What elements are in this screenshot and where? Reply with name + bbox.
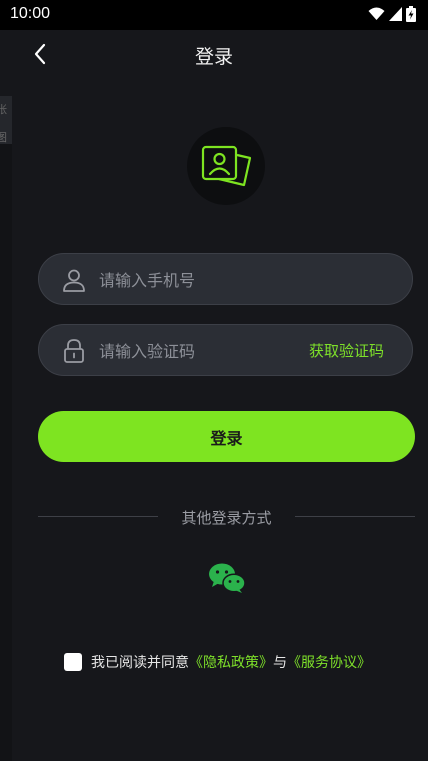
login-button[interactable]: 登录 [38,411,415,462]
lock-icon [64,339,84,363]
wifi-icon [368,7,385,20]
user-icon [63,269,85,292]
wechat-login-button[interactable] [208,562,246,594]
other-login-label: 其他登录方式 [181,509,272,527]
wechat-icon [209,563,246,593]
battery-icon [406,6,416,22]
page-title: 登录 [194,46,233,68]
status-time: 10:00 [10,5,51,22]
app-logo [187,127,265,205]
status-icons [368,6,416,22]
agreement-conjunction: 与 [273,655,287,671]
phone-field[interactable] [38,253,413,306]
code-field[interactable]: 获取验证码 [38,324,413,377]
profile-card-icon [201,145,252,187]
privacy-policy-link[interactable]: 《隐私政策》 [189,652,273,672]
divider-right [295,516,415,517]
code-input[interactable] [97,325,331,377]
signal-icon [389,7,402,21]
left-edge [0,144,12,761]
status-bar: 10:00 [0,0,428,30]
service-agreement-link[interactable]: 《服务协议》 [287,652,371,672]
nav-bar: 登录 [0,30,428,78]
agreement-row: 我已阅读并同意 《隐私政策》 与 《服务协议》 [64,652,371,672]
phone-input[interactable] [97,254,331,306]
agreement-prefix: 我已阅读并同意 [91,655,189,671]
side-strip-text: 张图 [0,103,7,144]
get-code-button[interactable]: 获取验证码 [309,340,384,361]
side-strip: 张图 [0,96,12,144]
agreement-checkbox[interactable] [64,653,82,671]
